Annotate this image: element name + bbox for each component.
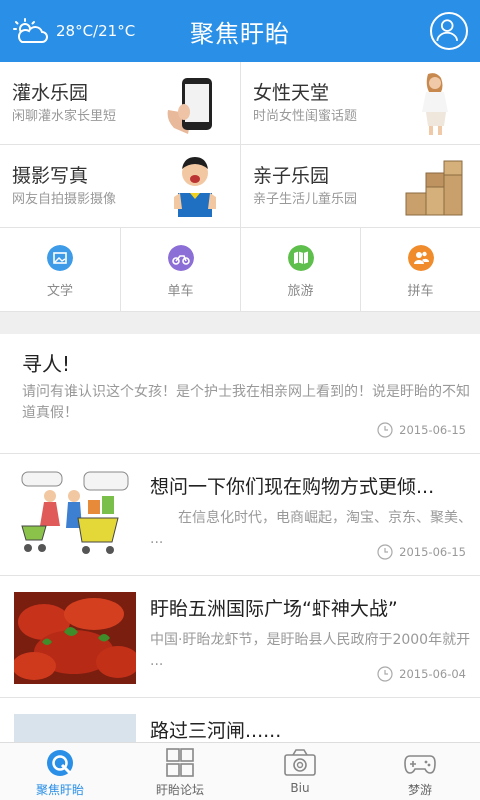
boxes-image	[405, 160, 463, 216]
category-subtitle: 网友自拍摄影摄像	[12, 192, 117, 207]
fashion-woman-image	[422, 73, 448, 135]
quick-link-literature[interactable]: 文学	[0, 228, 120, 312]
post-title: 盱眙五洲国际广场“虾神大战”	[150, 598, 398, 620]
category-women[interactable]: 女性天堂 时尚女性闺蜜话题	[240, 62, 480, 145]
shopping-cartoon-thumbnail	[14, 470, 136, 562]
grid-icon	[166, 748, 194, 777]
nav-tab-dream[interactable]: 梦游	[360, 743, 480, 800]
post-date: 2015-06-15	[377, 544, 466, 560]
post-date-text: 2015-06-15	[399, 545, 466, 559]
category-subtitle: 亲子生活儿童乐园	[253, 192, 358, 207]
quick-link-label: 旅游	[287, 284, 314, 299]
boy-portrait-image	[174, 157, 216, 217]
quick-link-label: 拼车	[407, 284, 434, 299]
quick-link-travel[interactable]: 旅游	[240, 228, 360, 312]
post-title: 路过三河闸......	[150, 720, 282, 742]
map-icon	[288, 245, 314, 271]
quick-link-label: 文学	[46, 284, 73, 299]
app-header: 28°C/21°C 聚焦盱眙	[0, 0, 480, 62]
category-subtitle: 时尚女性闺蜜话题	[253, 109, 358, 124]
post-item[interactable]: 寻人! 请问有谁认识这个女孩！是个护士我在相亲网上看到的！说是盱眙的不知道真假！…	[0, 334, 480, 454]
bottom-navigation: 聚焦盱眙 盱眙论坛 Biu 梦游	[0, 742, 480, 800]
post-excerpt: 请问有谁认识这个女孩！是个护士我在相亲网上看到的！说是盱眙的不知道真假！	[22, 384, 470, 421]
category-grid: 灌水乐园 闲聊灌水家长里短 女性天堂 时尚女性闺蜜话题 摄影写真 网友自拍摄影摄…	[0, 62, 480, 228]
post-date-text: 2015-06-15	[399, 423, 466, 437]
camera-icon	[284, 749, 316, 776]
post-title: 想问一下你们现在购物方式更倾...	[150, 476, 435, 498]
quick-links: 文学 单车 旅游 拼车	[0, 228, 480, 312]
category-photography[interactable]: 摄影写真 网友自拍摄影摄像	[0, 145, 240, 228]
post-date: 2015-06-04	[377, 666, 466, 682]
quick-link-label: 单车	[167, 284, 194, 299]
nav-tab-label: 盱眙论坛	[155, 783, 204, 797]
focus-target-icon	[47, 750, 73, 776]
post-item[interactable]: 想问一下你们现在购物方式更倾... 在信息化时代，电商崛起，淘宝、京东、聚美、 …	[0, 454, 480, 576]
gamepad-icon	[404, 755, 436, 774]
crayfish-dish-thumbnail	[14, 592, 136, 684]
category-parenting[interactable]: 亲子乐园 亲子生活儿童乐园	[240, 145, 480, 228]
motorbike-icon	[168, 245, 194, 271]
quick-link-carpool[interactable]: 拼车	[360, 228, 480, 312]
user-profile-button[interactable]	[430, 12, 468, 50]
nav-tab-label: 梦游	[407, 783, 432, 797]
post-item[interactable]: 盱眙五洲国际广场“虾神大战” 中国·盱眙龙虾节，是盱眙县人民政府于2000年就开…	[0, 576, 480, 698]
nav-tab-biu[interactable]: Biu	[240, 743, 360, 800]
category-title: 灌水乐园	[12, 82, 89, 104]
user-icon	[436, 19, 458, 41]
post-date: 2015-06-15	[377, 422, 466, 438]
nav-tab-label: Biu	[290, 781, 310, 795]
post-date-text: 2015-06-04	[399, 667, 466, 681]
clock-icon	[377, 666, 393, 682]
category-title: 亲子乐园	[253, 165, 330, 187]
phone-in-hand-image	[167, 78, 212, 134]
nav-tab-label: 聚焦盱眙	[35, 783, 84, 797]
people-icon	[408, 245, 434, 271]
clock-icon	[377, 544, 393, 560]
category-title: 女性天堂	[253, 82, 330, 104]
category-subtitle: 闲聊灌水家长里短	[12, 109, 117, 124]
quick-link-cycling[interactable]: 单车	[120, 228, 240, 312]
post-title: 寻人!	[22, 352, 71, 376]
section-divider	[0, 312, 480, 334]
picture-icon	[47, 245, 73, 271]
page-title: 聚焦盱眙	[190, 20, 290, 48]
nav-tab-forum[interactable]: 盱眙论坛	[120, 743, 240, 800]
nav-tab-focus[interactable]: 聚焦盱眙	[0, 743, 120, 800]
category-guanshui[interactable]: 灌水乐园 闲聊灌水家长里短	[0, 62, 240, 145]
clock-icon	[377, 422, 393, 438]
category-title: 摄影写真	[12, 165, 89, 187]
